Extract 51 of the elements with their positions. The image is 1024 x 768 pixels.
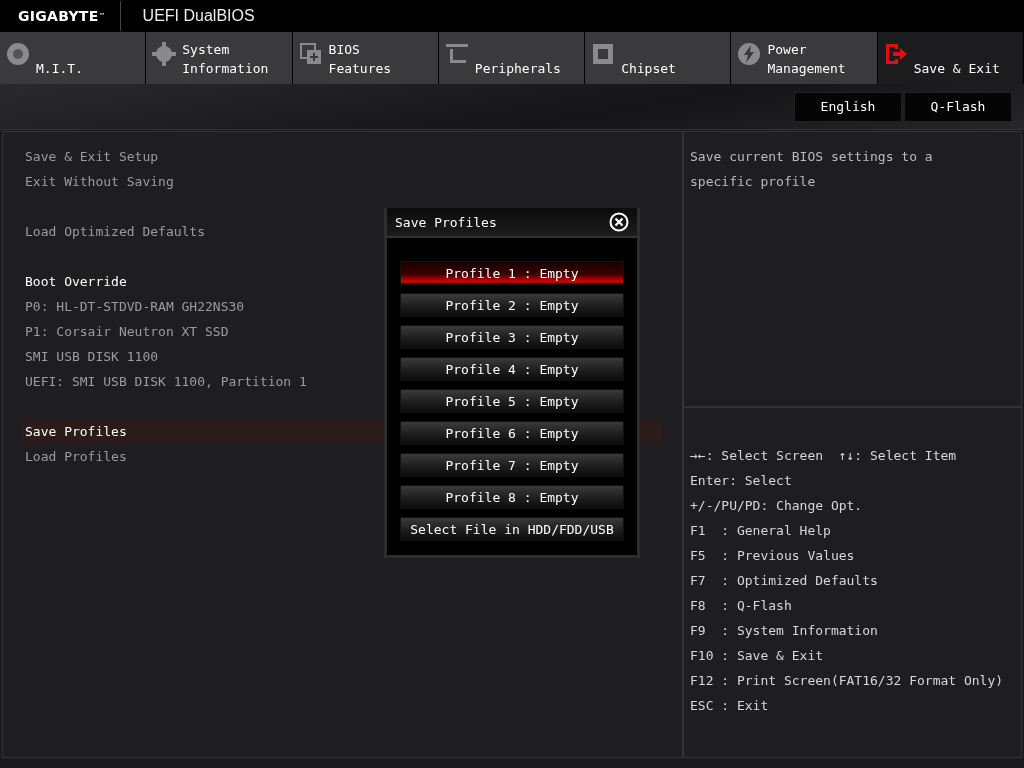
board-icon [591,42,616,66]
nav-tab[interactable]: BIOS Features [292,32,438,84]
key-hint: F12 : Print Screen(FAT16/32 Format Only) [690,672,1005,690]
menu-item[interactable]: Exit Without Saving [23,169,174,194]
profile-option[interactable]: Profile 8 : Empty [400,485,624,509]
menu-item[interactable]: P0: HL-DT-STDVD-RAM GH22NS30 [23,294,245,319]
nav-tab[interactable]: Power Management [731,32,877,84]
menu-item[interactable]: Load Optimized Defaults [23,219,205,244]
key-hint: F7 : Optimized Defaults [690,572,879,590]
key-hint: F9 : System Information [690,622,879,640]
menu-item[interactable]: Save & Exit Setup [23,144,159,169]
nav-tab[interactable]: Peripherals [438,32,585,84]
app-title: UEFI DualBIOS [142,7,255,25]
key-hint: ESC : Exit [690,697,770,715]
section-heading: Boot Override [24,273,127,291]
nav-tab[interactable]: M.I.T. [0,32,146,84]
key-hint: Enter: Select [690,472,793,490]
menu-item[interactable]: P1: Corsair Neutron XT SSD [23,319,229,344]
profile-option[interactable]: Profile 2 : Empty [400,293,624,317]
dialog-title: Save Profiles [395,214,497,230]
profile-option[interactable]: Profile 4 : Empty [400,357,624,381]
chip-icon [298,42,323,66]
profile-option[interactable]: Select File in HDD/FDD/USB [400,517,624,541]
key-hint: F1 : General Help [690,522,832,540]
nav-tab[interactable]: Save & Exit [877,32,1023,84]
plug-icon [444,42,469,66]
profile-option[interactable]: Profile 1 : Empty [400,261,624,285]
exit-icon [883,42,908,66]
brand-logo: GIGABYTE [18,8,99,24]
profile-option[interactable]: Profile 6 : Empty [400,421,624,445]
gear-icon [152,42,177,66]
help-text: Save current BIOS settings to a specific profile [690,148,934,191]
nav-tab[interactable]: Chipset [585,32,731,84]
menu-item[interactable]: Save Profiles [23,419,127,444]
profile-option[interactable]: Profile 5 : Empty [400,389,624,413]
key-hint: F10 : Save & Exit [690,647,825,665]
menu-item[interactable]: SMI USB DISK 1100 [23,344,159,369]
toolbar-button[interactable]: English [794,91,902,122]
key-hint: F5 : Previous Values [690,547,856,565]
nav-tab[interactable]: System Information [146,32,292,84]
menu-item[interactable]: Load Profiles [23,444,127,469]
gauge-icon [6,42,30,66]
key-hint: +/-/PU/PD: Change Opt. [690,497,864,515]
profile-option[interactable]: Profile 7 : Empty [400,453,624,477]
power-icon [737,42,762,66]
profile-option[interactable]: Profile 3 : Empty [400,325,624,349]
menu-item[interactable]: UEFI: SMI USB DISK 1100, Partition 1 [23,369,307,394]
key-hint: F8 : Q-Flash [690,597,793,615]
close-icon[interactable] [609,212,629,232]
toolbar-button[interactable]: Q-Flash [904,91,1012,122]
key-hint: →←: Select Screen ↑↓: Select Item [690,447,958,465]
